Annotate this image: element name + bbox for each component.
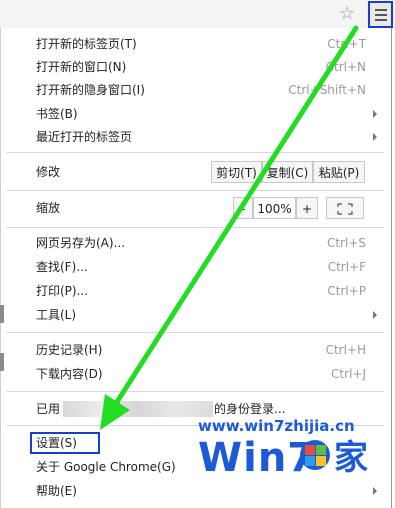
- menu-item-label: 最近打开的标签页: [36, 130, 133, 144]
- submenu-arrow-icon: [373, 110, 377, 118]
- menu-item-find[interactable]: 查找(F)... Ctrl+F: [36, 257, 366, 277]
- menu-item-save-as[interactable]: 网页另存为(A)... Ctrl+S: [36, 233, 366, 253]
- zoom-out-button[interactable]: -: [233, 197, 253, 219]
- shortcut-label: Ctrl+N: [325, 60, 366, 74]
- side-marker: [0, 305, 4, 323]
- menu-divider: [6, 227, 384, 228]
- watermark-logo-suffix: 家: [334, 438, 368, 478]
- menu-item-label: 打开新的窗口(N): [36, 60, 127, 74]
- shortcut-label: Ctrl+T: [327, 37, 366, 51]
- watermark-url: www.win7zhijia.cn: [198, 417, 355, 435]
- shortcut-label: Ctrl+J: [331, 367, 366, 381]
- browser-toolbar: ☆: [0, 0, 395, 30]
- menu-item-label: 打开新的标签页(T): [36, 37, 137, 51]
- chrome-menu-button[interactable]: [368, 1, 393, 28]
- fullscreen-icon: [337, 203, 353, 215]
- blurred-account-name: [63, 401, 213, 417]
- zoom-level: 100%: [253, 197, 296, 219]
- menu-item-history[interactable]: 历史记录(H) Ctrl+H: [36, 340, 366, 360]
- menu-item-label: 书签(B): [36, 107, 78, 121]
- menu-item-label: 缩放: [36, 201, 61, 215]
- windows-flag-icon: [300, 440, 330, 470]
- menu-item-incognito[interactable]: 打开新的隐身窗口(I) Ctrl+Shift+N: [36, 80, 366, 100]
- menu-item-label: 查找(F)...: [36, 260, 88, 274]
- menu-item-label: 历史记录(H): [36, 343, 103, 357]
- menu-item-new-tab[interactable]: 打开新的标签页(T) Ctrl+T: [36, 34, 366, 54]
- menu-item-label: 下载内容(D): [36, 367, 103, 381]
- menu-item-tools[interactable]: 工具(L): [36, 305, 366, 325]
- signed-in-suffix: 的身份登录...: [214, 402, 286, 416]
- menu-item-label: 关于 Google Chrome(G): [36, 460, 176, 474]
- menu-item-label: 打开新的隐身窗口(I): [36, 83, 145, 97]
- shortcut-label: Ctrl+Shift+N: [288, 83, 366, 97]
- shortcut-label: Ctrl+S: [326, 236, 366, 250]
- settings-highlight: [30, 432, 100, 454]
- menu-item-label: 帮助(E): [36, 484, 77, 498]
- fullscreen-button[interactable]: [326, 197, 364, 219]
- menu-divider: [6, 332, 384, 333]
- paste-button[interactable]: 粘贴(P): [313, 161, 365, 183]
- menu-item-bookmarks[interactable]: 书签(B): [36, 104, 366, 124]
- shortcut-label: Ctrl+H: [325, 343, 366, 357]
- menu-item-print[interactable]: 打印(P)... Ctrl+P: [36, 281, 366, 301]
- shortcut-label: Ctrl+F: [327, 260, 366, 274]
- star-icon[interactable]: ☆: [339, 5, 355, 23]
- menu-item-label: 网页另存为(A)...: [36, 236, 126, 250]
- submenu-arrow-icon: [373, 133, 377, 141]
- cut-button[interactable]: 剪切(T): [211, 161, 262, 183]
- menu-item-label: 修改: [36, 165, 61, 179]
- menu-divider: [6, 391, 384, 392]
- menu-item-label: 打印(P)...: [36, 284, 89, 298]
- menu-divider: [6, 152, 384, 153]
- menu-item-new-window[interactable]: 打开新的窗口(N) Ctrl+N: [36, 57, 366, 77]
- copy-button[interactable]: 复制(C): [262, 161, 313, 183]
- menu-item-label: 工具(L): [36, 308, 77, 322]
- menu-item-help[interactable]: 帮助(E): [36, 481, 366, 501]
- watermark-logo: Win7: [198, 436, 316, 480]
- menu-item-recent-tabs[interactable]: 最近打开的标签页: [36, 127, 366, 147]
- submenu-arrow-icon: [373, 311, 377, 319]
- signed-in-prefix: 已用: [36, 402, 61, 416]
- zoom-in-button[interactable]: +: [296, 197, 318, 219]
- watermark-logo-text: Win7: [198, 435, 317, 481]
- hamburger-icon: [375, 9, 387, 24]
- shortcut-label: Ctrl+P: [327, 284, 366, 298]
- side-marker: [0, 353, 4, 371]
- submenu-arrow-icon: [373, 487, 377, 495]
- menu-item-downloads[interactable]: 下载内容(D) Ctrl+J: [36, 364, 366, 384]
- menu-divider: [6, 190, 384, 191]
